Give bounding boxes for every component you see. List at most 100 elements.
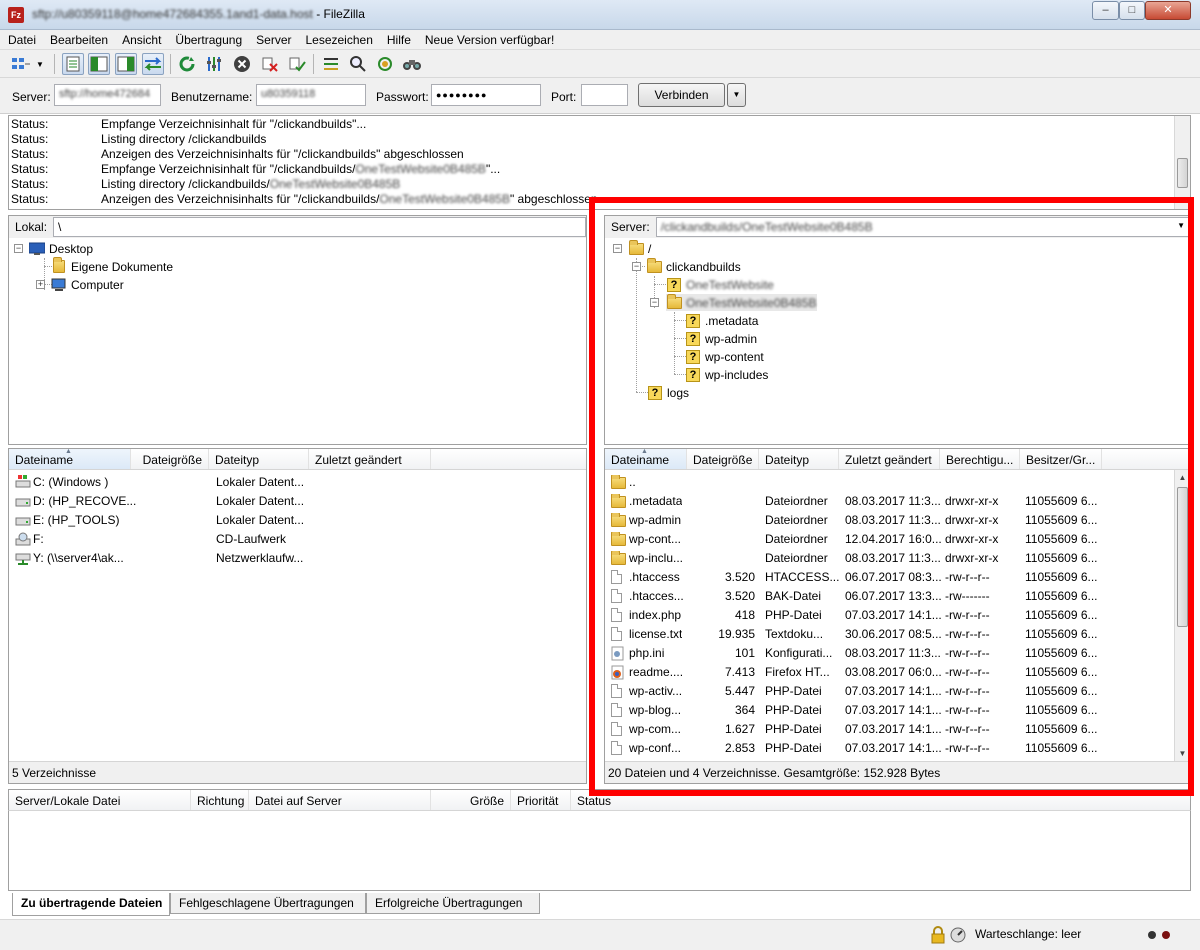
toggle-queue-icon[interactable] bbox=[142, 53, 164, 75]
tab-fehlgeschlagene-uebertragungen[interactable]: Fehlgeschlagene Übertragungen bbox=[170, 893, 366, 914]
file-name: readme.... bbox=[629, 665, 684, 679]
disconnect-icon[interactable] bbox=[259, 53, 281, 75]
tree-item-logs[interactable]: ? logs bbox=[647, 384, 689, 401]
collapse-icon[interactable]: − bbox=[613, 244, 622, 253]
tree-item-wp-includes[interactable]: ? wp-includes bbox=[685, 366, 768, 383]
tab-erfolgreiche-uebertragungen[interactable]: Erfolgreiche Übertragungen bbox=[366, 893, 540, 914]
table-row[interactable]: php.ini 101 Konfigurati... 08.03.2017 11:3.… bbox=[605, 644, 1173, 663]
tree-item-website[interactable]: ? OneTestWebsite bbox=[666, 276, 774, 293]
scroll-down-icon[interactable]: ▼ bbox=[1175, 746, 1190, 761]
column-groesse[interactable]: Größe bbox=[431, 790, 511, 810]
tree-item-root[interactable]: / bbox=[628, 239, 651, 257]
column-datei-auf-server[interactable]: Datei auf Server bbox=[249, 790, 431, 810]
tree-item-website-selected[interactable]: OneTestWebsite0B485B bbox=[666, 293, 817, 311]
tree-item-clickandbuilds[interactable]: clickandbuilds bbox=[646, 257, 741, 275]
table-row[interactable]: wp-admin Dateiordner 08.03.2017 11:3... drw… bbox=[605, 511, 1173, 530]
table-row[interactable]: wp-inclu... Dateiordner 08.03.2017 11:3...… bbox=[605, 549, 1173, 568]
toggle-log-icon[interactable] bbox=[62, 53, 84, 75]
toggle-remote-tree-icon[interactable] bbox=[115, 53, 137, 75]
column-dateiname[interactable]: ▲ Dateiname bbox=[605, 448, 687, 469]
remote-path-input[interactable]: /clickandbuilds/OneTestWebsite0B485B ▼ bbox=[655, 217, 1190, 237]
table-row[interactable]: wp-activ... 5.447 PHP-Datei 07.03.2017 14:1… bbox=[605, 682, 1173, 701]
column-besitzer[interactable]: Besitzer/Gr... bbox=[1020, 449, 1102, 469]
expand-icon[interactable]: + bbox=[36, 280, 45, 289]
menu-lesezeichen[interactable]: Lesezeichen bbox=[297, 30, 378, 47]
table-row[interactable]: wp-cont... Dateiordner 12.04.2017 16:0... d… bbox=[605, 530, 1173, 549]
table-row[interactable]: readme.... 7.413 Firefox HT... 03.08.2017 0… bbox=[605, 663, 1173, 682]
server-input[interactable]: sftp://home472684 bbox=[54, 84, 161, 106]
menu-bearbeiten[interactable]: Bearbeiten bbox=[42, 30, 114, 47]
table-row[interactable]: wp-conf... 2.853 PHP-Datei 07.03.2017 14:1.… bbox=[605, 739, 1173, 758]
search-icon[interactable] bbox=[401, 53, 423, 75]
table-row[interactable]: .htacces... 3.520 BAK-Datei 06.07.2017 13:3… bbox=[605, 587, 1173, 606]
tree-item-wp-content[interactable]: ? wp-content bbox=[685, 348, 764, 365]
column-dateigroesse[interactable]: Dateigröße bbox=[687, 449, 759, 469]
refresh-icon[interactable] bbox=[176, 53, 198, 75]
collapse-icon[interactable]: − bbox=[650, 298, 659, 307]
column-zuletzt-geaendert[interactable]: Zuletzt geändert bbox=[309, 449, 431, 469]
dropdown-icon[interactable]: ▼ bbox=[33, 53, 47, 75]
column-status[interactable]: Status bbox=[571, 790, 671, 810]
table-row[interactable]: .. bbox=[605, 473, 1173, 492]
password-input[interactable]: ●●●●●●●● bbox=[431, 84, 541, 106]
port-input[interactable] bbox=[581, 84, 628, 106]
tree-item-computer[interactable]: Computer bbox=[51, 276, 124, 293]
toggle-local-tree-icon[interactable] bbox=[88, 53, 110, 75]
sync-browse-icon[interactable] bbox=[374, 53, 396, 75]
connect-button[interactable]: Verbinden bbox=[638, 83, 725, 107]
column-server-lokale-datei[interactable]: Server/Lokale Datei bbox=[9, 790, 191, 810]
column-zuletzt-geaendert[interactable]: Zuletzt geändert bbox=[839, 449, 940, 469]
table-row[interactable]: wp-blog... 364 PHP-Datei 07.03.2017 14:1...… bbox=[605, 701, 1173, 720]
menu-uebertragung[interactable]: Übertragung bbox=[167, 30, 248, 47]
table-row[interactable]: license.txt 19.935 Textdoku... 30.06.2017 0… bbox=[605, 625, 1173, 644]
menu-datei[interactable]: Datei bbox=[0, 30, 42, 47]
directory-compare-icon[interactable] bbox=[320, 53, 342, 75]
site-manager-icon[interactable] bbox=[10, 53, 32, 75]
tree-item-desktop[interactable]: Desktop bbox=[29, 240, 93, 257]
list-item[interactable]: C: (Windows ) Lokaler Datent... bbox=[9, 473, 586, 492]
column-dateityp[interactable]: Dateityp bbox=[209, 449, 309, 469]
scroll-up-icon[interactable]: ▲ bbox=[1175, 470, 1190, 485]
log-scrollbar[interactable] bbox=[1174, 116, 1190, 209]
username-input[interactable]: u80359118 bbox=[256, 84, 366, 106]
table-row[interactable]: wp-com... 1.627 PHP-Datei 07.03.2017 14:1..… bbox=[605, 720, 1173, 739]
reconnect-icon[interactable] bbox=[286, 53, 308, 75]
process-queue-icon[interactable] bbox=[203, 53, 225, 75]
speed-limit-icon[interactable] bbox=[950, 927, 966, 946]
list-item[interactable]: D: (HP_RECOVE... Lokaler Datent... bbox=[9, 492, 586, 511]
tree-item-metadata[interactable]: ? .metadata bbox=[685, 312, 758, 329]
menu-hilfe[interactable]: Hilfe bbox=[379, 30, 417, 47]
table-row[interactable]: index.php 418 PHP-Datei 07.03.2017 14:1... -… bbox=[605, 606, 1173, 625]
local-path-input[interactable]: \ bbox=[53, 217, 586, 237]
collapse-icon[interactable]: − bbox=[14, 244, 23, 253]
column-berechtigungen[interactable]: Berechtigu... bbox=[940, 449, 1020, 469]
scroll-thumb[interactable] bbox=[1177, 158, 1188, 188]
scroll-thumb[interactable] bbox=[1177, 487, 1188, 627]
close-button[interactable]: ✕ bbox=[1145, 1, 1191, 20]
column-prioritaet[interactable]: Priorität bbox=[511, 790, 571, 810]
chevron-down-icon[interactable]: ▼ bbox=[1177, 221, 1185, 230]
connect-dropdown-button[interactable]: ▼ bbox=[727, 83, 746, 107]
list-item[interactable]: F: CD-Laufwerk bbox=[9, 530, 586, 549]
tab-zu-uebertragende-dateien[interactable]: Zu übertragende Dateien bbox=[12, 893, 170, 916]
column-dateiname[interactable]: ▲ Dateiname bbox=[9, 448, 131, 469]
table-row[interactable]: .metadata Dateiordner 08.03.2017 11:3... dr… bbox=[605, 492, 1173, 511]
tree-item-wp-admin[interactable]: ? wp-admin bbox=[685, 330, 757, 347]
column-richtung[interactable]: Richtung bbox=[191, 790, 249, 810]
column-dateigroesse[interactable]: Dateigröße bbox=[131, 449, 209, 469]
column-dateityp[interactable]: Dateityp bbox=[759, 449, 839, 469]
remote-list-scrollbar[interactable]: ▲ ▼ bbox=[1174, 470, 1190, 761]
menu-neue-version[interactable]: Neue Version verfügbar! bbox=[417, 30, 560, 47]
file-name: .. bbox=[629, 475, 636, 489]
cancel-icon[interactable] bbox=[231, 53, 253, 75]
filter-icon[interactable] bbox=[347, 53, 369, 75]
list-item[interactable]: Y: (\\server4\ak... Netzwerklaufw... bbox=[9, 549, 586, 568]
table-row[interactable]: .htaccess 3.520 HTACCESS... 06.07.2017 08:3… bbox=[605, 568, 1173, 587]
collapse-icon[interactable]: − bbox=[632, 262, 641, 271]
minimize-button[interactable]: ‒ bbox=[1092, 1, 1119, 20]
list-item[interactable]: E: (HP_TOOLS) Lokaler Datent... bbox=[9, 511, 586, 530]
menu-server[interactable]: Server bbox=[248, 30, 297, 47]
menu-ansicht[interactable]: Ansicht bbox=[114, 30, 167, 47]
tree-item-eigene-dokumente[interactable]: Eigene Dokumente bbox=[51, 257, 173, 275]
maximize-button[interactable]: □ bbox=[1119, 1, 1145, 20]
